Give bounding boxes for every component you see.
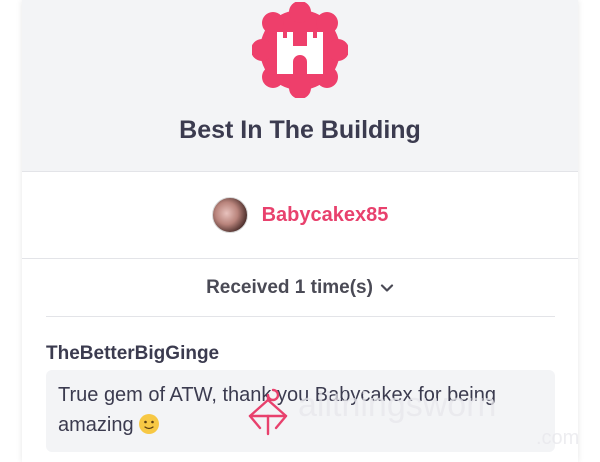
review-comment-box: True gem of ATW, thank you Babycakex for… <box>46 370 555 452</box>
avatar[interactable] <box>211 197 248 233</box>
giver-row: Babycakex85 <box>22 172 578 259</box>
review-comment-text: True gem of ATW, thank you Babycakex for… <box>58 384 496 436</box>
received-count-label: Received 1 time(s) <box>206 277 373 298</box>
award-card: Best In The Building Babycakex85 Receive… <box>22 0 578 462</box>
award-header: Best In The Building <box>22 0 578 172</box>
castle-icon <box>252 2 348 98</box>
review-author: TheBetterBigGinge <box>46 343 220 364</box>
award-title: Best In The Building <box>179 116 421 144</box>
slightly-smiling-face-icon <box>139 414 160 434</box>
received-toggle[interactable]: Received 1 time(s) <box>46 260 555 317</box>
chevron-down-icon <box>380 284 394 292</box>
giver-name-link[interactable]: Babycakex85 <box>262 204 389 227</box>
